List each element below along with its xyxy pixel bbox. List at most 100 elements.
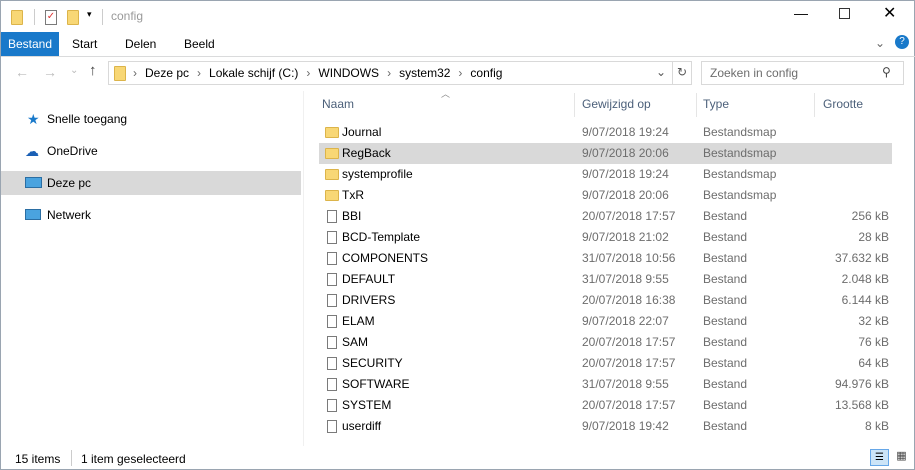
tab-delen[interactable]: Delen [111,32,170,56]
breadcrumb-deze-pc[interactable]: Deze pc [145,66,189,80]
breadcrumb-windows[interactable]: WINDOWS [318,66,379,80]
address-bar[interactable]: › Deze pc › Lokale schijf (C:) › WINDOWS › s… [108,61,692,85]
help-icon[interactable]: ? [895,35,909,49]
column-divider[interactable] [814,93,815,117]
divider [34,9,35,25]
file-icon [327,210,337,223]
folder-icon [325,169,339,180]
file-name: DEFAULT [342,272,396,286]
divider [71,450,72,466]
file-name: Journal [342,125,382,139]
file-row[interactable]: BBI 20/07/2018 17:57 Bestand 256 kB [319,206,892,227]
divider [1,56,915,57]
search-input[interactable]: Zoeken in config ⚲ [701,61,904,85]
recent-locations-icon[interactable]: ⌄ [70,65,78,76]
details-view-button[interactable]: ☰ [870,449,889,466]
folder-icon [114,66,126,81]
column-header-grootte[interactable]: Grootte [823,93,863,115]
file-name: userdiff [342,419,382,433]
file-name: RegBack [342,146,391,160]
file-size: 94.976 kB [834,377,889,391]
star-icon: ★ [27,111,40,127]
file-size: 256 kB [851,209,889,223]
file-name: COMPONENTS [342,251,429,265]
file-row[interactable]: BCD-Template 9/07/2018 21:02 Bestand 28 … [319,227,892,248]
divider [102,9,103,25]
file-row[interactable]: SECURITY 20/07/2018 17:57 Bestand 64 kB [319,353,892,374]
file-name: BCD-Template [342,230,421,244]
file-type: Bestandsmap [703,188,777,202]
pane-splitter[interactable] [303,91,304,446]
file-name: SECURITY [342,356,403,370]
breadcrumb-config[interactable]: config [470,66,502,80]
item-count: 15 items [15,452,61,466]
file-date: 9/07/2018 22:07 [582,314,669,328]
file-name: SAM [342,335,369,349]
file-icon [327,252,337,265]
customize-toolbar-icon[interactable]: ▾ [87,9,92,20]
properties-icon[interactable]: ✓ [45,10,57,25]
quick-access-folder-icon[interactable] [11,10,23,25]
column-header-type[interactable]: Type [703,93,729,115]
file-name: TxR [342,188,364,202]
column-header-naam[interactable]: Naam [322,93,354,115]
back-button[interactable]: ← [15,64,29,80]
file-row[interactable]: ELAM 9/07/2018 22:07 Bestand 32 kB [319,311,892,332]
file-type: Bestandsmap [703,125,777,139]
file-row[interactable]: systemprofile 9/07/2018 19:24 Bestandsma… [319,164,892,185]
tab-bestand[interactable]: Bestand [1,32,60,56]
close-button[interactable]: ✕ [883,3,896,23]
sidebar-item-onedrive[interactable]: ☁ OneDrive [1,139,301,163]
file-size: 13.568 kB [834,398,889,412]
minimize-button[interactable]: — [794,5,808,21]
file-size: 28 kB [858,230,889,244]
sidebar-item-snelle-toegang[interactable]: ★ Snelle toegang [1,107,301,131]
file-date: 9/07/2018 21:02 [582,230,669,244]
maximize-button[interactable] [839,8,850,19]
breadcrumb-lokale-schijf[interactable]: Lokale schijf (C:) [209,66,298,80]
tab-beeld[interactable]: Beeld [170,32,229,56]
file-row[interactable]: SYSTEM 20/07/2018 17:57 Bestand 13.568 k… [319,395,892,416]
folder-icon [325,190,339,201]
up-button[interactable]: ↑ [89,62,97,79]
file-icon [327,273,337,286]
selection-count: 1 item geselecteerd [81,452,186,466]
file-row[interactable]: SAM 20/07/2018 17:57 Bestand 76 kB [319,332,892,353]
divider [672,62,673,84]
file-row[interactable]: userdiff 9/07/2018 19:42 Bestand 8 kB [319,416,892,437]
file-type: Bestand [703,314,748,328]
window-title: config [111,9,144,23]
file-row[interactable]: COMPONENTS 31/07/2018 10:56 Bestand 37.6… [319,248,892,269]
search-icon[interactable]: ⚲ [882,65,891,79]
file-type: Bestand [703,272,748,286]
refresh-button[interactable]: ↻ [677,65,687,79]
file-date: 31/07/2018 9:55 [582,272,669,286]
cloud-icon: ☁ [25,143,39,159]
sidebar-item-deze-pc[interactable]: Deze pc [1,171,301,195]
file-date: 31/07/2018 10:56 [582,251,676,265]
new-folder-icon[interactable] [67,10,79,25]
file-row[interactable]: SOFTWARE 31/07/2018 9:55 Bestand 94.976 … [319,374,892,395]
expand-ribbon-icon[interactable]: ⌄ [875,36,885,50]
file-row[interactable]: Journal 9/07/2018 19:24 Bestandsmap [319,122,892,143]
column-divider[interactable] [574,93,575,117]
file-type: Bestand [703,209,748,223]
file-icon [327,399,337,412]
column-header-gewijzigd-op[interactable]: Gewijzigd op [582,93,651,115]
address-dropdown-icon[interactable]: ⌄ [656,65,666,79]
large-icons-view-button[interactable]: ▦ [892,449,911,466]
file-date: 9/07/2018 19:24 [582,167,669,181]
column-divider[interactable] [696,93,697,117]
tab-start[interactable]: Start [58,32,111,56]
file-row[interactable]: DRIVERS 20/07/2018 16:38 Bestand 6.144 k… [319,290,892,311]
file-date: 9/07/2018 20:06 [582,146,669,160]
file-row[interactable]: TxR 9/07/2018 20:06 Bestandsmap [319,185,892,206]
file-row[interactable]: DEFAULT 31/07/2018 9:55 Bestand 2.048 kB [319,269,892,290]
file-name: SYSTEM [342,398,392,412]
file-row[interactable]: RegBack 9/07/2018 20:06 Bestandsmap [319,143,892,164]
file-date: 20/07/2018 17:57 [582,335,676,349]
sidebar-item-netwerk[interactable]: Netwerk [1,203,301,227]
file-name: BBI [342,209,362,223]
breadcrumb-system32[interactable]: system32 [399,66,450,80]
forward-button[interactable]: → [43,64,57,80]
